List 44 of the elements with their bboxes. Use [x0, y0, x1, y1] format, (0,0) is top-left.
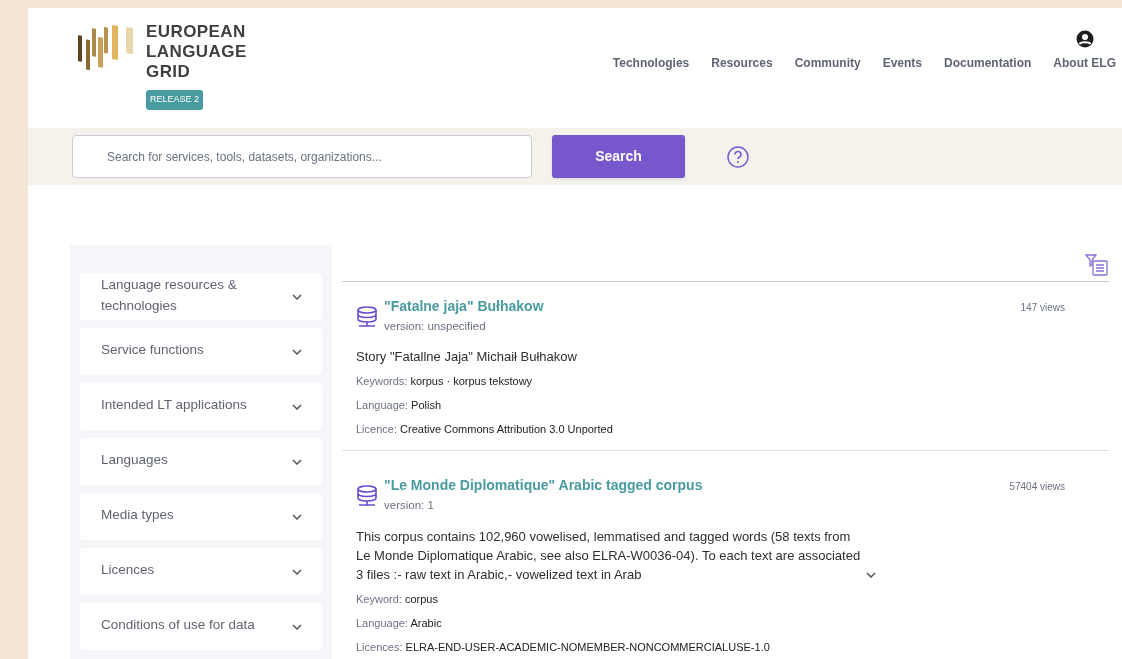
- help-icon[interactable]: [727, 145, 749, 168]
- result-description: This corpus contains 102,960 vowelised, lemmatised and tagged words (58 texts from Le Monde Diplomatique Arabic, see also ELRA-W0036-04). To each text are associated 3 files :- raw text in Arabic,- vowelized text in Arab: [356, 527, 861, 584]
- view-count: 57404 views: [1009, 480, 1065, 495]
- search-field[interactable]: Search for services, tools, datasets, organizations...: [72, 135, 532, 178]
- result-title[interactable]: "Fatalne jaja" Bułhakow: [384, 296, 1021, 317]
- nav-link[interactable]: Resources: [711, 54, 773, 72]
- filter-accordion[interactable]: Conditions of use for data: [80, 603, 322, 650]
- meta-value: Creative Commons Attribution 3.0 Unported: [400, 423, 613, 436]
- user-icon[interactable]: [1075, 30, 1094, 48]
- version-text: version: unspecified: [384, 319, 487, 334]
- meta-label: Licence:: [356, 423, 397, 436]
- release-badge: RELEASE 2: [146, 90, 204, 110]
- filter-list-icon[interactable]: [1085, 253, 1109, 277]
- meta-value: Polish: [411, 399, 442, 412]
- expand-button[interactable]: [865, 570, 877, 579]
- filter-accordion[interactable]: Intended LT applications: [80, 383, 322, 430]
- result-description: Story "Fatallne Jaja" Michaił Bułhakow: [356, 348, 578, 367]
- view-count: 147 views: [1020, 301, 1065, 315]
- filter-accordion[interactable]: Languages: [80, 438, 322, 485]
- meta-label: Language:: [356, 399, 408, 412]
- nav-link[interactable]: Documentation: [944, 54, 1032, 72]
- meta-label: Licences:: [356, 640, 403, 653]
- meta-value: korpus · korpus tekstowy: [410, 375, 533, 388]
- filter-accordion[interactable]: Language resources & technologies: [80, 273, 322, 320]
- search-button[interactable]: Search: [552, 135, 685, 178]
- search-input: Search for services, tools, datasets, organizations...: [107, 147, 531, 166]
- nav-link[interactable]: Technologies: [612, 54, 690, 72]
- nav-link[interactable]: Events: [882, 54, 922, 72]
- meta-label: Language:: [356, 616, 408, 629]
- meta-label: Keywords:: [356, 375, 408, 388]
- filter-accordion[interactable]: Service functions: [80, 328, 322, 375]
- database-icon: [356, 485, 378, 508]
- logo-title: EUROPEAN LANGUAGE GRID: [146, 22, 247, 82]
- database-icon: [356, 306, 378, 328]
- meta-label: Keyword:: [356, 592, 402, 605]
- nav-link[interactable]: About ELG: [1053, 54, 1116, 72]
- meta-value: Arabic: [410, 616, 442, 629]
- filter-accordion[interactable]: Licences: [80, 548, 322, 595]
- nav-link[interactable]: Community: [794, 54, 861, 72]
- filter-accordion[interactable]: Media types: [80, 493, 322, 540]
- meta-value: ELRA-END-USER-ACADEMIC-NOMEMBER-NONCOMMERCIALUSE-1.0: [405, 640, 770, 653]
- meta-value: corpus: [404, 592, 438, 605]
- version-text: version: 1: [384, 498, 435, 514]
- result-title[interactable]: "Le Monde Diplomatique" Arabic tagged corpus: [384, 475, 1010, 497]
